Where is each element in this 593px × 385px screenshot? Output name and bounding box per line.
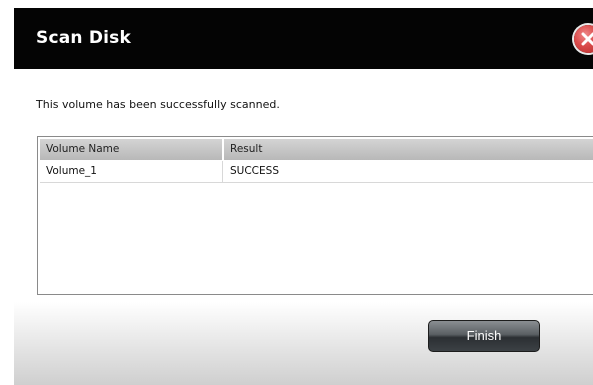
results-table: Volume Name Result Volume_1 SUCCESS [37, 136, 593, 295]
column-header-result[interactable]: Result [224, 139, 593, 160]
column-header-volume-name[interactable]: Volume Name [40, 139, 223, 160]
cell-volume-name: Volume_1 [40, 161, 223, 182]
cell-result: SUCCESS [230, 165, 279, 177]
status-message: This volume has been successfully scanne… [36, 98, 280, 111]
scan-disk-dialog: Scan Disk This volume has been successfu… [14, 8, 593, 385]
finish-button[interactable]: Finish [428, 320, 540, 352]
close-icon [581, 32, 593, 46]
dialog-titlebar: Scan Disk [14, 8, 593, 69]
table-row[interactable]: Volume_1 SUCCESS [40, 161, 593, 183]
dialog-title: Scan Disk [36, 28, 131, 48]
close-button[interactable] [574, 25, 593, 53]
